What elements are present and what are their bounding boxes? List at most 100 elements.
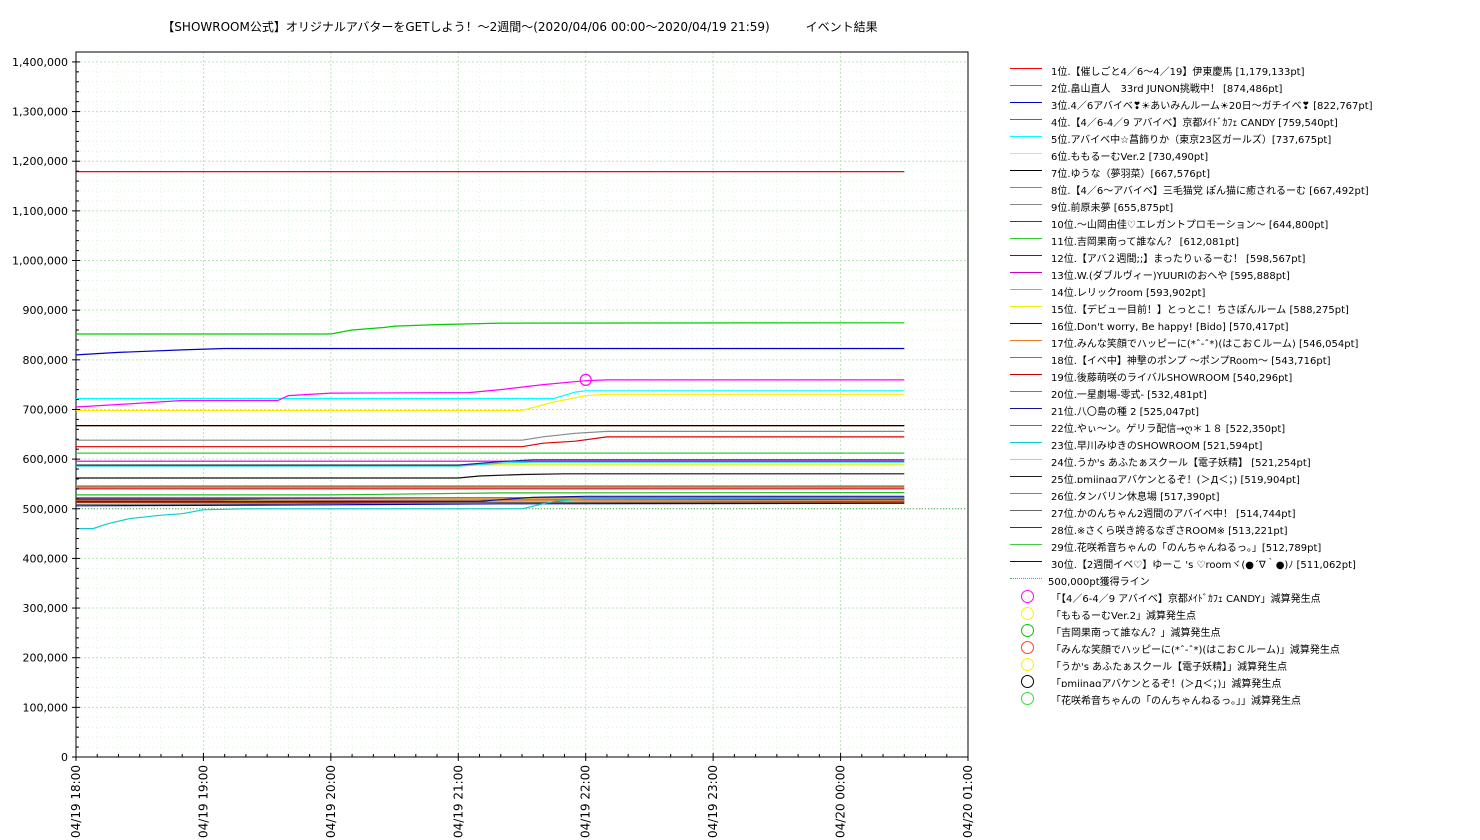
legend-swatch: [1010, 266, 1042, 283]
legend-label: 27位.かのんちゃん2週間のアバイベ中！ [514,744pt]: [1051, 509, 1296, 520]
x-tick-label: 04/19 18:00: [69, 765, 83, 838]
circle-marker-icon: [1021, 624, 1034, 637]
legend-label: 22位.やぃ〜ン。ゲリラ配信→ღ＊１８ [522,350pt]: [1051, 424, 1286, 435]
legend-swatch: [1010, 674, 1042, 691]
legend-swatch: [1010, 232, 1042, 249]
legend-swatch: [1010, 317, 1042, 334]
legend-item: 16位.Don't worry, Be happy! [Bido] [570,4…: [1010, 317, 1373, 334]
legend-label: 500,000pt獲得ライン: [1048, 577, 1150, 588]
legend-item: 3位.4／6アバイベ❣☀あいみんルーム☀20日〜ガチイベ❣ [822,767pt…: [1010, 96, 1373, 113]
legend-label: 30位.【2週間イベ♡】ゆーこ 's ♡roomヾ(●´∇｀●)ﾉ [511,0…: [1051, 560, 1356, 571]
legend-label: 「うか's あふたぁスクール【電子妖精】」減算発生点: [1051, 662, 1288, 673]
y-tick-label: 1,000,000: [12, 255, 68, 268]
y-tick-label: 1,300,000: [12, 106, 68, 119]
legend-line: [1010, 68, 1042, 69]
legend-swatch: [1010, 640, 1042, 657]
legend-label: 25位.ɒmiinaɑアバケンとるぞ！(＞Д＜；) [519,904pt]: [1051, 475, 1300, 486]
legend-swatch: [1010, 96, 1042, 113]
legend-label: 6位.ももるーむVer.2 [730,490pt]: [1051, 152, 1209, 163]
legend-label: 3位.4／6アバイベ❣☀あいみんルーム☀20日〜ガチイベ❣ [822,767pt…: [1051, 101, 1373, 112]
legend-swatch: [1010, 623, 1042, 640]
legend-label: 16位.Don't worry, Be happy! [Bido] [570,4…: [1051, 322, 1289, 333]
legend-swatch: [1010, 419, 1042, 436]
legend-item-reference: 500,000pt獲得ライン: [1010, 572, 1373, 589]
y-tick-label: 700,000: [23, 403, 69, 416]
legend-line: [1010, 119, 1042, 120]
legend-item: 17位.みんな笑顔でハッピーに(*ˆ-ˆ*)(はこおＣルーム) [546,054…: [1010, 334, 1373, 351]
legend-label: 26位.タンバリン休息場 [517,390pt]: [1051, 492, 1220, 503]
legend-line: [1010, 255, 1042, 256]
circle-marker-icon: [1021, 675, 1034, 688]
legend-item: 23位.早川みゆきのSHOWROOM [521,594pt]: [1010, 436, 1373, 453]
legend-label: 「ももるーむVer.2」減算発生点: [1051, 611, 1196, 622]
circle-marker-icon: [1021, 590, 1034, 603]
legend-item-marker: 「花咲希音ちゃんの「のんちゃんねるっ。」」減算発生点: [1010, 691, 1373, 708]
legend-item: 25位.ɒmiinaɑアバケンとるぞ！(＞Д＜；) [519,904pt]: [1010, 470, 1373, 487]
series-line: [76, 492, 905, 496]
legend-label: 11位.吉岡果南って誰なん？ [612,081pt]: [1051, 237, 1240, 248]
legend-line: [1010, 425, 1042, 426]
legend-label: 12位.【アバ２週間;;】まったりぃるーむ！ [598,567pt]: [1051, 254, 1306, 265]
legend-swatch: [1010, 334, 1042, 351]
series-line: [76, 473, 905, 479]
y-tick-label: 100,000: [23, 701, 69, 714]
legend-item: 21位.八〇島の種 2 [525,047pt]: [1010, 402, 1373, 419]
legend-label: 24位.うか's あふたぁスクール【電子妖精】 [521,254pt]: [1051, 458, 1311, 469]
x-tick-label: 04/19 20:00: [324, 765, 338, 838]
series-line: [75, 379, 905, 408]
x-tick-label: 04/19 23:00: [706, 765, 720, 838]
circle-marker-icon: [1021, 607, 1034, 620]
legend-item: 29位.花咲希音ちゃんの「のんちゃんねるっ。」[512,789pt]: [1010, 538, 1373, 555]
legend-item: 14位.レリックroom [593,902pt]: [1010, 283, 1373, 300]
legend-item-marker: 「みんな笑顔でハッピーに(*ˆ-ˆ*)(はこおＣルーム)」減算発生点: [1010, 640, 1373, 657]
legend-line: [1010, 238, 1042, 239]
legend-line: [1010, 272, 1042, 273]
y-tick-label: 300,000: [23, 602, 69, 615]
x-tick-label: 04/20 00:00: [834, 765, 848, 838]
legend-item: 2位.畠山直人 33rd JUNON挑戦中！ [874,486pt]: [1010, 79, 1373, 96]
y-tick-label: 1,200,000: [12, 155, 68, 168]
legend-line: [1010, 442, 1042, 443]
series-line: [76, 393, 905, 412]
legend-line: [1010, 561, 1042, 562]
y-tick-label: 200,000: [23, 652, 69, 665]
legend-item: 28位.※さくら咲き誇るなぎさROOM※ [513,221pt]: [1010, 521, 1373, 538]
legend-label: 「みんな笑顔でハッピーに(*ˆ-ˆ*)(はこおＣルーム)」減算発生点: [1051, 645, 1340, 656]
legend-line: [1010, 374, 1042, 375]
legend-item: 24位.うか's あふたぁスクール【電子妖精】 [521,254pt]: [1010, 453, 1373, 470]
legend-swatch: [1010, 249, 1042, 266]
legend-item: 19位.後藤萌咲のライバルSHOWROOM [540,296pt]: [1010, 368, 1373, 385]
circle-marker-icon: [1021, 692, 1034, 705]
legend-item: 4位.【4／6-4／9 アバイベ】京都ﾒｲﾄﾞｶﾌｪ CANDY [759,54…: [1010, 113, 1373, 130]
legend-swatch: [1010, 181, 1042, 198]
circle-marker-icon: [1021, 641, 1034, 654]
y-tick-label: 1,400,000: [12, 56, 68, 69]
legend-swatch: [1010, 79, 1042, 96]
line-chart: 0 100,000 200,000 300,000 400,000 500,000 600,…: [12, 51, 975, 838]
legend-item: 22位.やぃ〜ン。ゲリラ配信→ღ＊１８ [522,350pt]: [1010, 419, 1373, 436]
legend-label: 4位.【4／6-4／9 アバイベ】京都ﾒｲﾄﾞｶﾌｪ CANDY [759,54…: [1051, 118, 1338, 129]
legend-item-marker: 「吉岡果南って誰なん？」減算発生点: [1010, 623, 1373, 640]
legend-line: [1010, 391, 1042, 392]
legend-line: [1010, 136, 1042, 137]
legend-line: [1010, 476, 1042, 477]
legend-label: 「【4／6-4／9 アバイベ】京都ﾒｲﾄﾞｶﾌｪ CANDY」減算発生点: [1051, 594, 1321, 605]
legend-label: 「吉岡果南って誰なん？」減算発生点: [1051, 628, 1221, 639]
legend-line: [1010, 153, 1042, 154]
legend-line: [1010, 221, 1042, 222]
legend-swatch: [1010, 572, 1042, 589]
x-tick-label: 04/19 21:00: [451, 765, 465, 838]
legend-item: 7位.ゆうな（夢羽菜）[667,576pt]: [1010, 164, 1373, 181]
legend-item: 27位.かのんちゃん2週間のアバイベ中！ [514,744pt]: [1010, 504, 1373, 521]
legend-label: 20位.一星劇場-零式- [532,481pt]: [1051, 390, 1207, 401]
legend-swatch: [1010, 657, 1042, 674]
legend-item: 26位.タンバリン休息場 [517,390pt]: [1010, 487, 1373, 504]
legend-item: 12位.【アバ２週間;;】まったりぃるーむ！ [598,567pt]: [1010, 249, 1373, 266]
legend-label: 9位.前原未夢 [655,875pt]: [1051, 203, 1174, 214]
y-tick-label: 1,100,000: [12, 205, 68, 218]
legend-label: 28位.※さくら咲き誇るなぎさROOM※ [513,221pt]: [1051, 526, 1288, 537]
legend-line: [1010, 85, 1042, 86]
legend-swatch: [1010, 164, 1042, 181]
legend-swatch: [1010, 113, 1042, 130]
legend-swatch: [1010, 538, 1042, 555]
